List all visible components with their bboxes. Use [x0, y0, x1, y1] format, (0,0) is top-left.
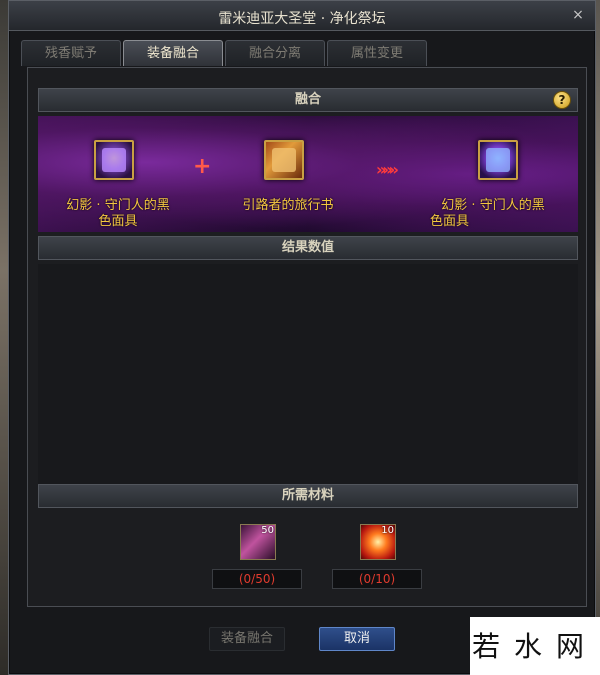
crystal-material-slot[interactable]: 50: [240, 524, 276, 560]
source-item-name: 幻影 · 守门人的黑 色面具: [66, 198, 170, 229]
equipment-fusion-button[interactable]: 装备融合: [209, 627, 285, 651]
tab-fusion-separation[interactable]: 融合分离: [225, 40, 325, 66]
result-item-name: 幻影 · 守门人的黑 色面具: [430, 198, 545, 229]
watermark-text: 若水网: [471, 630, 598, 663]
material-item-slot[interactable]: [264, 140, 304, 180]
purification-altar-window: 雷米迪亚大圣堂 · 净化祭坛 × 残香赋予 装备融合 融合分离 属性变更 融合 …: [8, 0, 596, 675]
result-values-area: [38, 264, 578, 484]
sun-stone-required-count: 10: [381, 525, 394, 536]
material-item-name: 引路者的旅行书: [242, 198, 334, 213]
tab-attribute-change[interactable]: 属性变更: [327, 40, 427, 66]
fusion-header-label: 融合: [294, 92, 321, 107]
title-bar[interactable]: 雷米迪亚大圣堂 · 净化祭坛 ×: [9, 1, 595, 31]
crystal-required-count: 50: [261, 525, 274, 536]
sun-stone-progress: (0/10): [332, 569, 422, 589]
mask-icon: [102, 148, 126, 172]
close-button[interactable]: ×: [569, 6, 587, 24]
mask-icon: [486, 148, 510, 172]
help-icon[interactable]: ?: [553, 91, 571, 109]
result-item-slot[interactable]: [478, 140, 518, 180]
fusion-header: 融合 ?: [38, 88, 578, 112]
sun-stone-material-slot[interactable]: 10: [360, 524, 396, 560]
crystal-progress: (0/50): [212, 569, 302, 589]
arrow-right-icon: »»»: [376, 160, 399, 179]
fusion-panel: 融合 ? 幻影 · 守门人的黑 色面具 + 引路者的旅行书 »»» 幻影 · 守…: [27, 67, 587, 607]
cancel-button[interactable]: 取消: [319, 627, 395, 651]
window-title: 雷米迪亚大圣堂 · 净化祭坛: [218, 11, 386, 27]
tab-residual-fragrance[interactable]: 残香赋予: [21, 40, 121, 66]
plus-icon: +: [193, 154, 212, 179]
source-item-slot[interactable]: [94, 140, 134, 180]
site-watermark-logo: 若水网: [470, 617, 600, 675]
tab-equipment-fusion[interactable]: 装备融合: [123, 40, 223, 66]
result-header: 结果数值: [38, 236, 578, 260]
materials-header: 所需材料: [38, 484, 578, 508]
fusion-display: 幻影 · 守门人的黑 色面具 + 引路者的旅行书 »»» 幻影 · 守门人的黑 …: [38, 116, 578, 232]
book-icon: [272, 148, 296, 172]
